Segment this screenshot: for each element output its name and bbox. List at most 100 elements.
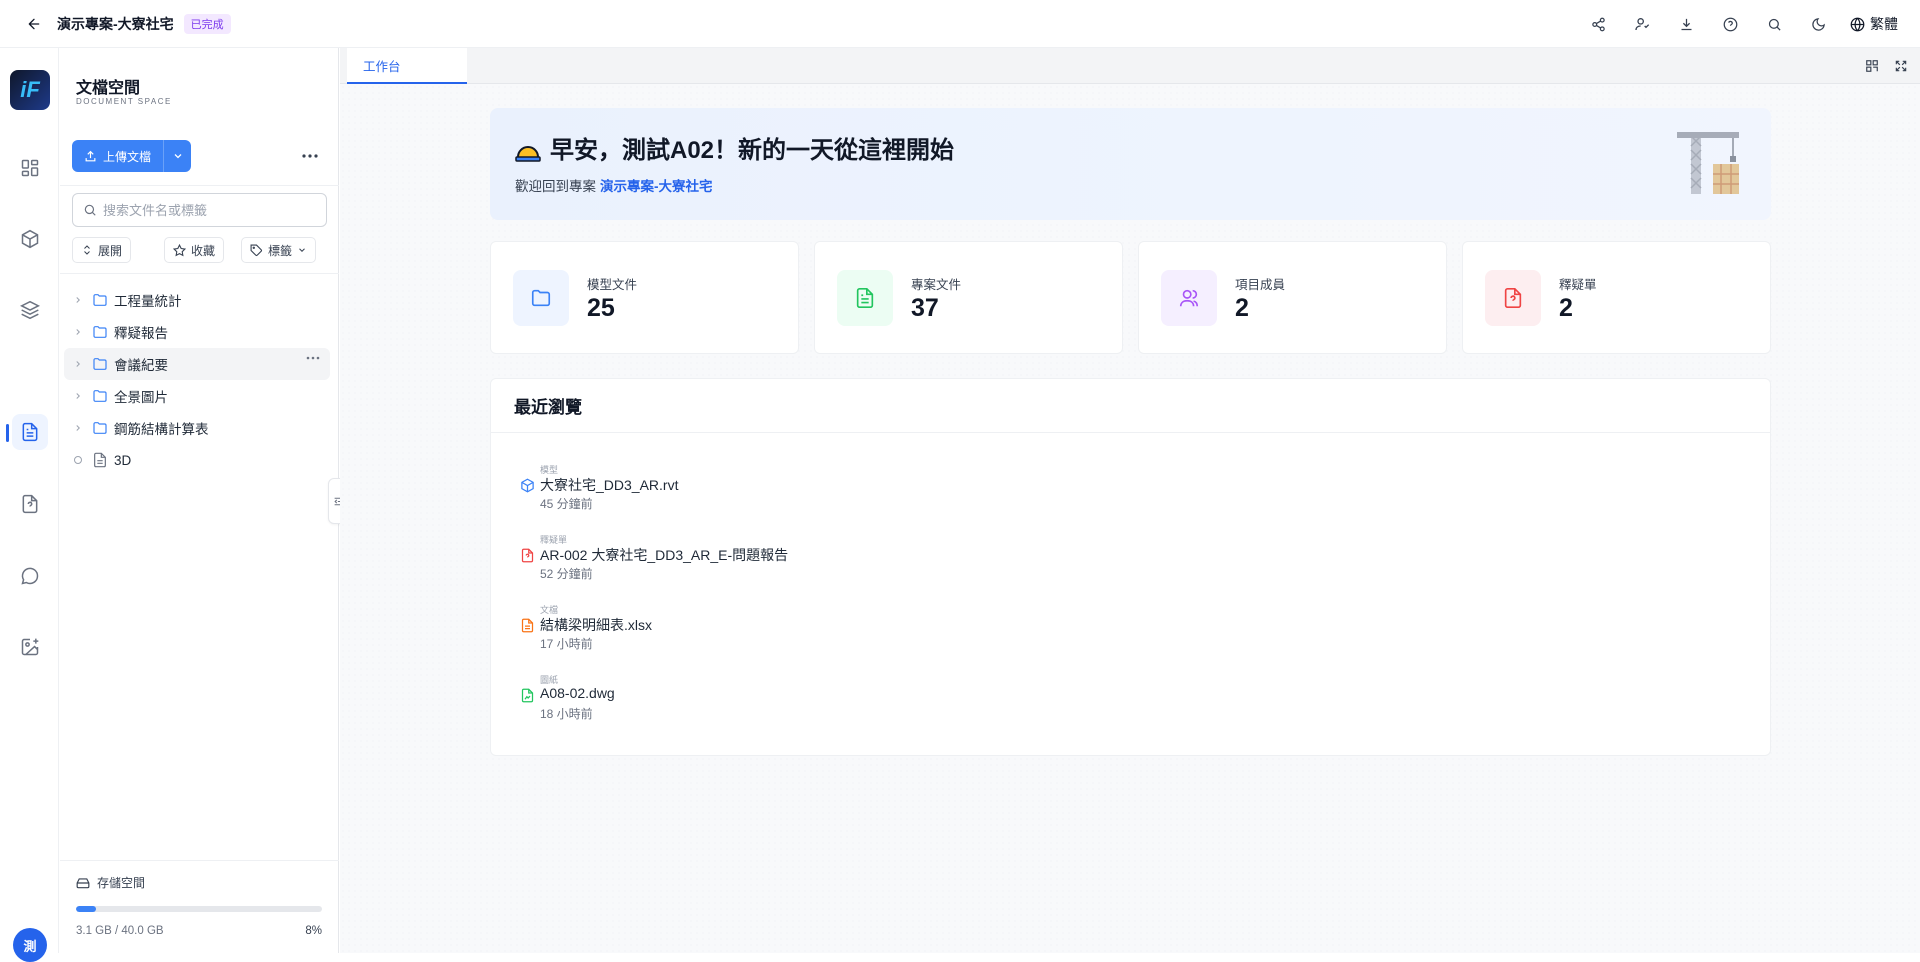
project-title: 演示專案-大寮社宅 [57,15,174,32]
stat-card-members[interactable]: 項目成員 2 [1138,241,1447,354]
greeting-text: 早安，測試A02！新的一天從這裡開始 [550,137,955,164]
upload-icon [85,150,96,161]
expand-label: 展開 [98,243,123,258]
leaf-dot-icon [70,456,86,464]
layers-icon [20,300,40,320]
rail-documents[interactable] [12,414,48,450]
rail-layers[interactable] [12,292,48,328]
recent-item[interactable]: 模型 大寮社宅_DD3_AR.rvt 45 分鐘前 [520,463,920,515]
recent-item-name: 結構梁明細表.xlsx [540,617,652,633]
top-bar: 演示專案-大寮社宅 已完成 繁體 [0,0,1920,48]
language-label: 繁體 [1870,16,1898,32]
stat-label: 釋疑單 [1559,278,1597,292]
tab-bar: 工作台 [340,48,1920,84]
tab-workbench[interactable]: 工作台 [347,48,467,84]
help-button[interactable] [1716,10,1744,38]
tree-item[interactable]: 全景圖片 [64,380,330,412]
rail-dashboard[interactable] [12,150,48,186]
storage-progress-fill [76,906,96,912]
stat-card-documents[interactable]: 專案文件 37 [814,241,1123,354]
file-search-input[interactable] [103,202,313,218]
recent-item-time: 17 小時前 [540,637,593,651]
recent-item[interactable]: 文檔 結構梁明細表.xlsx 17 小時前 [520,603,920,655]
chevron-right-icon[interactable] [70,327,86,337]
construction-crane-illustration [1677,132,1739,194]
chevron-right-icon[interactable] [70,423,86,433]
download-button[interactable] [1672,10,1700,38]
tree-item[interactable]: 會議紀要 [64,348,330,380]
tree-item[interactable]: 3D [64,444,330,476]
search-button[interactable] [1760,10,1788,38]
stat-label: 專案文件 [911,278,962,292]
left-rail: iF 測 [0,48,59,962]
recent-title: 最近瀏覽 [491,379,1770,433]
upload-dropdown-button[interactable] [163,140,192,172]
chevron-right-icon[interactable] [70,359,86,369]
file-question-icon [1485,270,1541,326]
search-icon [1768,18,1781,31]
chevron-right-icon[interactable] [70,391,86,401]
rail-issues[interactable] [12,486,48,522]
recent-item-time: 18 小時前 [540,707,593,721]
tag-icon [250,244,262,256]
rail-models[interactable] [12,221,48,257]
favorite-chip[interactable]: 收藏 [164,237,225,263]
expand-chip[interactable]: 展開 [72,237,132,263]
app-logo[interactable]: iF [10,70,50,110]
stat-value: 2 [1559,294,1573,322]
document-icon [22,422,38,442]
chevron-right-icon[interactable] [70,295,86,305]
welcome-text: 歡迎回到專案 演示專案-大寮社宅 [515,175,713,195]
file-text-icon [521,618,534,633]
stat-card-issues[interactable]: 釋疑單 2 [1462,241,1771,354]
members-button[interactable] [1628,10,1656,38]
folder-icon [92,324,108,340]
folder-icon [92,420,108,436]
storage-label-row: 存儲空間 [76,874,145,891]
tree-item[interactable]: 釋疑報告 [64,316,330,348]
storage-used-text: 3.1 GB / 40.0 GB [76,925,164,937]
tree-item-label: 釋疑報告 [114,326,168,341]
arrow-left-icon [28,18,40,29]
folder-icon [92,292,108,308]
back-button[interactable] [21,11,47,37]
tags-label: 標籤 [268,243,293,258]
tree-item[interactable]: 工程量統計 [64,284,330,316]
theme-toggle[interactable] [1804,10,1832,38]
split-view-button[interactable] [1861,55,1883,77]
cube-icon [21,229,39,249]
file-text-icon [837,270,893,326]
rail-images[interactable] [12,629,48,665]
panel-title: 文檔空間 [76,80,141,97]
recent-item-time: 45 分鐘前 [540,497,593,511]
tags-chip[interactable]: 標籤 [241,237,317,263]
share-button[interactable] [1584,10,1612,38]
search-icon [84,204,96,216]
split-view-icon [1866,60,1878,72]
file-image-icon [521,688,534,703]
file-question-icon [521,548,534,563]
fullscreen-button[interactable] [1890,55,1912,77]
more-horizontal-icon[interactable] [306,356,320,360]
chevron-down-icon [299,248,305,252]
users-icon [1161,270,1217,326]
fullscreen-icon [1895,60,1907,72]
user-avatar[interactable]: 測 [13,928,47,962]
language-switcher[interactable]: 繁體 [1850,14,1898,34]
moon-icon [1811,17,1825,31]
file-question-icon [22,494,38,514]
recent-panel: 最近瀏覽 模型 大寮社宅_DD3_AR.rvt 45 分鐘前 釋疑單 AR-00… [490,378,1771,756]
tree-item-label: 鋼筋結構計算表 [114,422,209,437]
upload-document-button[interactable]: 上傳文檔 [72,140,164,172]
chat-icon [21,567,39,585]
stat-card-models[interactable]: 模型文件 25 [490,241,799,354]
stat-value: 37 [911,294,939,322]
tree-item-label: 3D [114,452,132,468]
rail-chat[interactable] [12,558,48,594]
recent-item[interactable]: 圖紙 A08-02.dwg 18 小時前 [520,673,920,725]
recent-item-name: A08-02.dwg [540,685,615,701]
tree-item[interactable]: 鋼筋結構計算表 [64,412,330,444]
project-link[interactable]: 演示專案-大寮社宅 [600,179,713,194]
panel-more-button[interactable] [298,146,322,166]
recent-item[interactable]: 釋疑單 AR-002 大寮社宅_DD3_AR_E-問題報告 52 分鐘前 [520,533,920,585]
